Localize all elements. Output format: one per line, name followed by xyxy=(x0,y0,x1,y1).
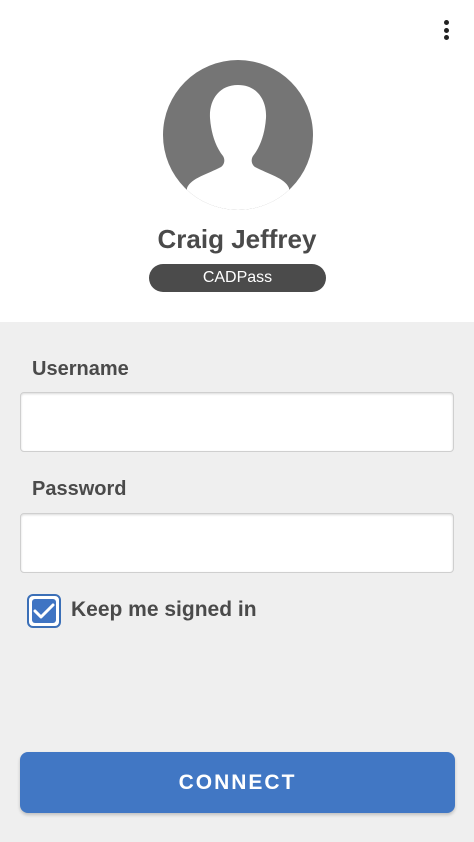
password-input[interactable] xyxy=(20,513,454,573)
avatar xyxy=(163,60,313,210)
username-label: Username xyxy=(32,358,129,380)
username-input[interactable] xyxy=(20,392,454,452)
keep-signed-in-checkbox[interactable] xyxy=(27,594,61,628)
user-silhouette-icon xyxy=(187,85,289,210)
profile-name: Craig Jeffrey xyxy=(157,224,317,254)
checkmark-icon xyxy=(33,603,55,619)
keep-signed-in-label[interactable]: Keep me signed in xyxy=(71,598,257,622)
login-form: Username Password Keep me signed in CONN… xyxy=(0,322,474,842)
profile-header: Craig Jeffrey CADPass xyxy=(0,0,474,322)
profile-badge: CADPass xyxy=(149,264,326,292)
more-vertical-icon[interactable] xyxy=(436,18,456,42)
checkbox-fill xyxy=(32,599,56,623)
login-screen: Craig Jeffrey CADPass Username Password … xyxy=(0,0,474,842)
connect-button[interactable]: CONNECT xyxy=(20,752,455,813)
password-label: Password xyxy=(32,478,127,500)
